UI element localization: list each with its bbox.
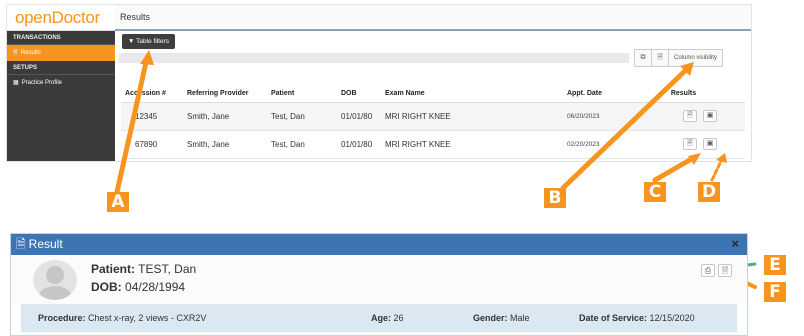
main-content: Results ▼ Table filters ⧉ 🗎 Column visib… [115, 5, 751, 161]
callout-arrow-d [710, 157, 724, 182]
cell-patient: Test, Dan [267, 130, 337, 159]
image-button[interactable]: ▣ [703, 110, 718, 122]
column-header-dob[interactable]: DOB [337, 86, 381, 103]
column-header-appt-date[interactable]: Appt. Date [563, 86, 655, 103]
procedure-info-row: Procedure: Chest x-ray, 2 views - CXR2V … [21, 304, 737, 332]
table-filters-button[interactable]: ▼ Table filters [122, 34, 176, 49]
cell-results: 🗎 ▣ [655, 130, 745, 159]
print-button[interactable]: ⎙ [701, 264, 715, 277]
table-row[interactable]: 12345 Smith, Jane Test, Dan 01/01/80 MRI… [121, 102, 745, 131]
report-icon: 🗎 [687, 112, 693, 119]
modal-title: Result [28, 237, 63, 251]
sort-icon: ⇔ [659, 91, 665, 98]
image-button[interactable]: ▣ [703, 138, 718, 150]
callout-badge-c: C [644, 182, 666, 202]
column-header-exam[interactable]: Exam Name [381, 86, 563, 103]
document-icon: 🗎 [16, 237, 26, 251]
callout-badge-f: F [764, 282, 786, 302]
print-icon: ⎙ [704, 266, 712, 275]
column-header-accession[interactable]: Accession # [121, 86, 183, 103]
cell-accession: 12345 [121, 102, 183, 131]
callout-badge-e: E [764, 255, 786, 275]
report-icon: 🗎 [687, 140, 693, 147]
results-table: Accession # Referring Provider Patient D… [121, 86, 745, 159]
csv-button[interactable]: 🗎 [652, 50, 669, 66]
app-window: openDoctor TRANSACTIONS 🗎 Results SETUPS… [6, 4, 752, 162]
document-icon: 🗎 [13, 50, 18, 56]
sidebar: openDoctor TRANSACTIONS 🗎 Results SETUPS… [7, 5, 115, 161]
image-icon: ▣ [706, 140, 714, 147]
pdf-button[interactable]: 🗎 [718, 264, 732, 277]
sidebar-item-label: Results [20, 50, 41, 56]
gender-field: Gender: Male [473, 313, 530, 323]
column-header-patient[interactable]: Patient [267, 86, 337, 103]
callout-badge-a: A [107, 192, 129, 212]
callout-badge-b: B [544, 188, 566, 208]
patient-dob: DOB: 04/28/1994 [91, 280, 186, 294]
copy-icon: ⧉ [640, 54, 646, 61]
cell-dob: 01/01/80 [337, 130, 381, 159]
result-modal: 🗎 Result × Patient: TEST, Dan DOB: 04/28… [10, 233, 748, 336]
sidebar-item-practice-profile[interactable]: ▦ Practice Profile [7, 75, 115, 91]
sidebar-heading-transactions: TRANSACTIONS [7, 31, 115, 45]
table-header-row: Accession # Referring Provider Patient D… [121, 86, 745, 103]
document-icon: 🗎 [657, 53, 663, 61]
sidebar-item-results[interactable]: 🗎 Results [7, 45, 115, 61]
cell-exam: MRI RIGHT KNEE [381, 130, 563, 159]
column-header-provider[interactable]: Referring Provider [183, 86, 267, 103]
cell-results: 🗎 ▣ [655, 102, 745, 131]
report-button[interactable]: 🗎 [682, 138, 697, 150]
report-button[interactable]: 🗎 [682, 110, 697, 122]
procedure-field: Procedure: Chest x-ray, 2 views - CXR2V [38, 313, 207, 323]
table-row[interactable]: 67890 Smith, Jane Test, Dan 01/01/80 MRI… [121, 130, 745, 159]
callout-badge-d: D [698, 182, 720, 202]
close-icon[interactable]: × [731, 236, 739, 251]
sidebar-item-label: Practice Profile [21, 80, 63, 86]
sidebar-heading-setups: SETUPS [7, 61, 115, 75]
table-export-buttons: ⧉ 🗎 Column visibility [634, 49, 724, 67]
date-of-service-field: Date of Service: 12/15/2020 [579, 313, 695, 323]
app-logo: openDoctor [7, 5, 115, 31]
cell-patient: Test, Dan [267, 102, 337, 131]
table-filters-label: Table filters [136, 38, 170, 45]
column-visibility-button[interactable]: Column visibility [669, 50, 722, 66]
patient-name: Patient: TEST, Dan [91, 262, 197, 276]
filter-bar [119, 53, 629, 63]
cell-provider: Smith, Jane [183, 130, 267, 159]
building-icon: ▦ [13, 80, 19, 86]
avatar [33, 260, 77, 300]
cell-exam: MRI RIGHT KNEE [381, 102, 563, 131]
cell-accession: 67890 [121, 130, 183, 159]
column-header-results: ⇔ Results [655, 86, 745, 103]
pdf-icon: 🗎 [721, 266, 729, 275]
cell-appt-date: 06/20/2023 [563, 102, 655, 131]
cell-appt-date: 02/20/2023 [563, 130, 655, 159]
age-field: Age: 26 [371, 313, 404, 323]
funnel-icon: ▼ [128, 38, 135, 45]
modal-header: 🗎 Result [11, 234, 747, 255]
cell-provider: Smith, Jane [183, 102, 267, 131]
patient-header: Patient: TEST, Dan DOB: 04/28/1994 ⎙ 🗎 [11, 256, 747, 304]
copy-button[interactable]: ⧉ [635, 50, 652, 66]
image-icon: ▣ [706, 112, 714, 119]
page-title: Results [115, 5, 751, 31]
cell-dob: 01/01/80 [337, 102, 381, 131]
